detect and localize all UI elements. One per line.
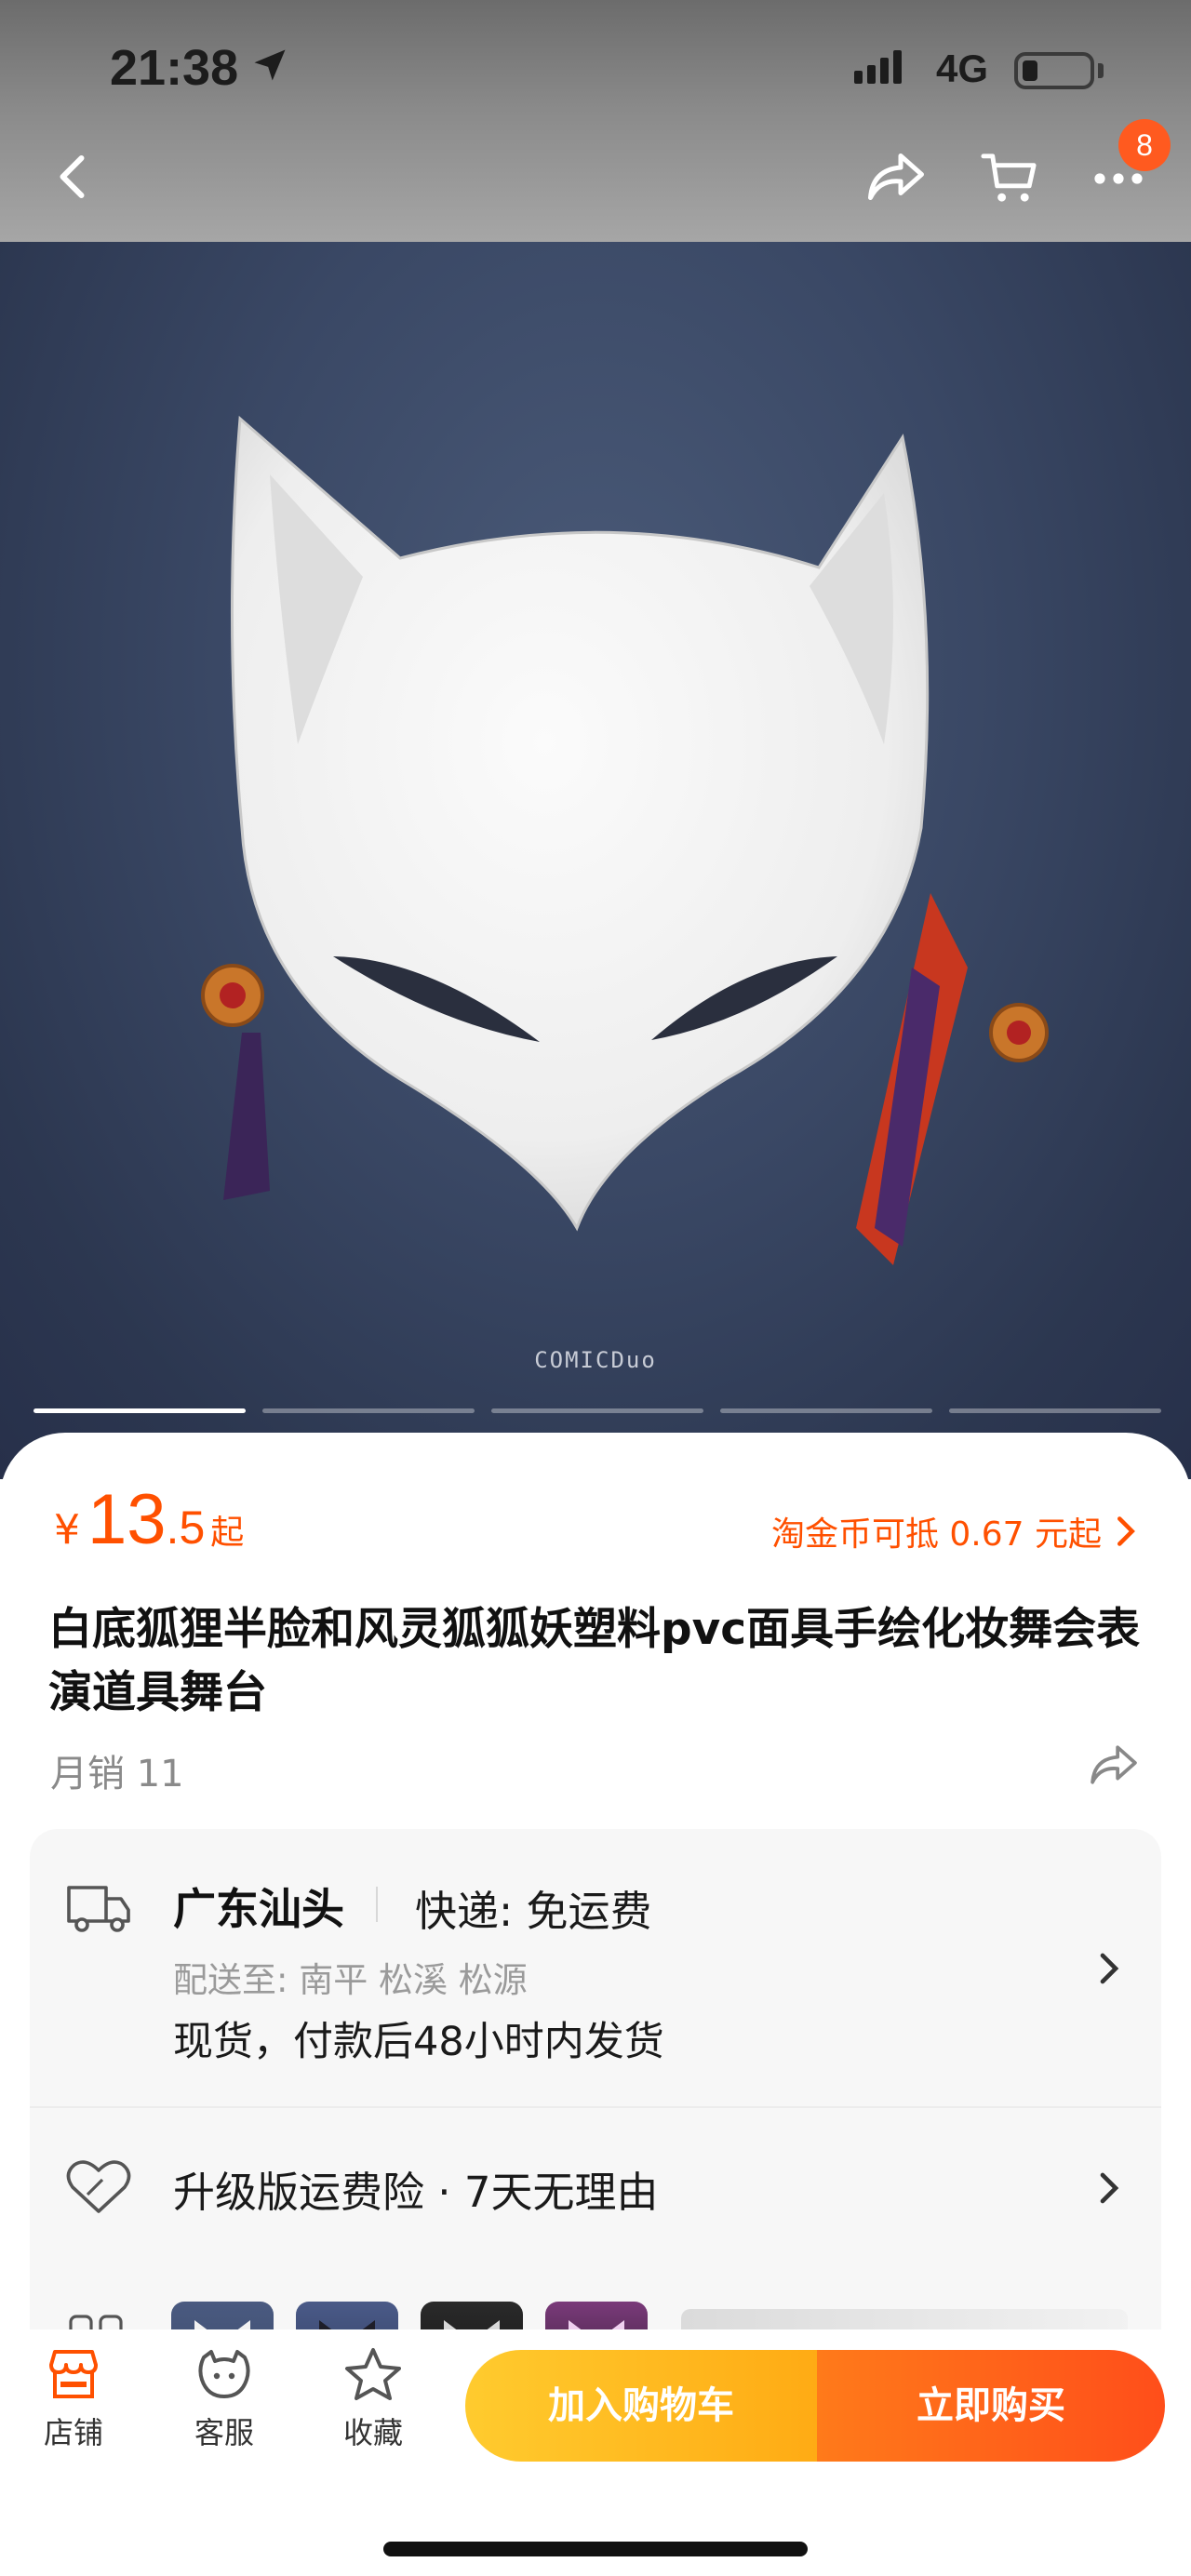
cart-count-badge: 8	[1118, 119, 1171, 171]
shipping-method: 快递: 免运费	[415, 1887, 652, 1936]
favorite-button[interactable]: 收藏	[322, 2346, 424, 2452]
carousel-indicators	[33, 1408, 1161, 1413]
location-arrow-icon	[254, 49, 286, 81]
battery-tip	[1098, 63, 1104, 78]
carousel-dot	[262, 1408, 475, 1413]
shipping-insurance[interactable]: 升级版运费险 · 7天无理由	[173, 2158, 659, 2219]
sku-selector-row[interactable]	[30, 2264, 1161, 2329]
grid-icon	[69, 2315, 123, 2329]
carousel-dot	[33, 1408, 246, 1413]
dispatch-note: 现货，付款后48小时内发货	[173, 2019, 664, 2065]
divider	[376, 1887, 378, 1922]
customer-service-button[interactable]: 客服	[173, 2346, 275, 2452]
chevron-right-icon[interactable]	[1096, 2169, 1122, 2207]
home-indicator[interactable]	[383, 2542, 808, 2556]
store-icon	[49, 2350, 98, 2398]
share-icon[interactable]	[1087, 1742, 1141, 1788]
product-image-carousel[interactable]: COMICDuo	[0, 0, 1191, 1479]
fox-mask-image	[201, 415, 1049, 1265]
monthly-sales: 月销 11	[50, 1753, 184, 1795]
heart-shield-icon	[66, 2160, 131, 2213]
star-icon	[345, 2348, 401, 2400]
carousel-dot	[491, 1408, 703, 1413]
store-label: 店铺	[43, 2415, 103, 2450]
carousel-dot	[720, 1408, 932, 1413]
service-icon	[198, 2350, 250, 2398]
cart-icon[interactable]	[979, 147, 1038, 207]
status-time: 21:38	[110, 40, 239, 96]
back-icon[interactable]	[47, 149, 102, 205]
buy-now-button[interactable]: 立即购买	[817, 2350, 1165, 2462]
price-decimal: .5	[166, 1502, 206, 1554]
price-currency: ¥	[54, 1506, 80, 1554]
sku-thumbnail[interactable]	[296, 2302, 398, 2329]
price-suffix: 起	[210, 1514, 245, 1552]
price-integer: 13	[87, 1480, 167, 1559]
price: ¥ 13 .5 起	[54, 1479, 244, 1572]
divider	[30, 2106, 1161, 2108]
coin-offer-link[interactable]: 淘金币可抵 0.67 元起	[771, 1507, 1139, 1555]
image-watermark: COMICDuo	[534, 1347, 657, 1373]
delivery-destination[interactable]: 配送至: 南平 松溪 松源	[173, 1952, 528, 2002]
sku-thumbnail[interactable]	[421, 2302, 523, 2329]
product-title: 白底狐狸半脸和风灵狐狐妖塑料pvc面具手绘化妆舞会表演道具舞台	[48, 1604, 1141, 1718]
ship-origin: 广东汕头	[173, 1884, 344, 1934]
chevron-right-icon	[1117, 1516, 1135, 1546]
add-to-cart-button[interactable]: 加入购物车	[465, 2350, 817, 2462]
status-bar: 21:38 4G	[0, 0, 1191, 140]
store-button[interactable]: 店铺	[22, 2346, 125, 2452]
share-icon[interactable]	[865, 149, 927, 205]
chevron-right-icon[interactable]	[1096, 1950, 1122, 1987]
favorite-label: 收藏	[342, 2415, 403, 2450]
signal-icon	[854, 50, 902, 84]
sku-description	[681, 2309, 1128, 2329]
service-label: 客服	[194, 2415, 254, 2450]
sku-thumbnail[interactable]	[545, 2302, 648, 2329]
coin-offer-text: 淘金币可抵 0.67 元起	[770, 1515, 1102, 1554]
truck-icon	[67, 1886, 130, 1932]
sku-thumbnail[interactable]	[171, 2302, 274, 2329]
carousel-dot	[949, 1408, 1161, 1413]
battery-icon	[1014, 52, 1094, 89]
network-type: 4G	[936, 47, 989, 90]
